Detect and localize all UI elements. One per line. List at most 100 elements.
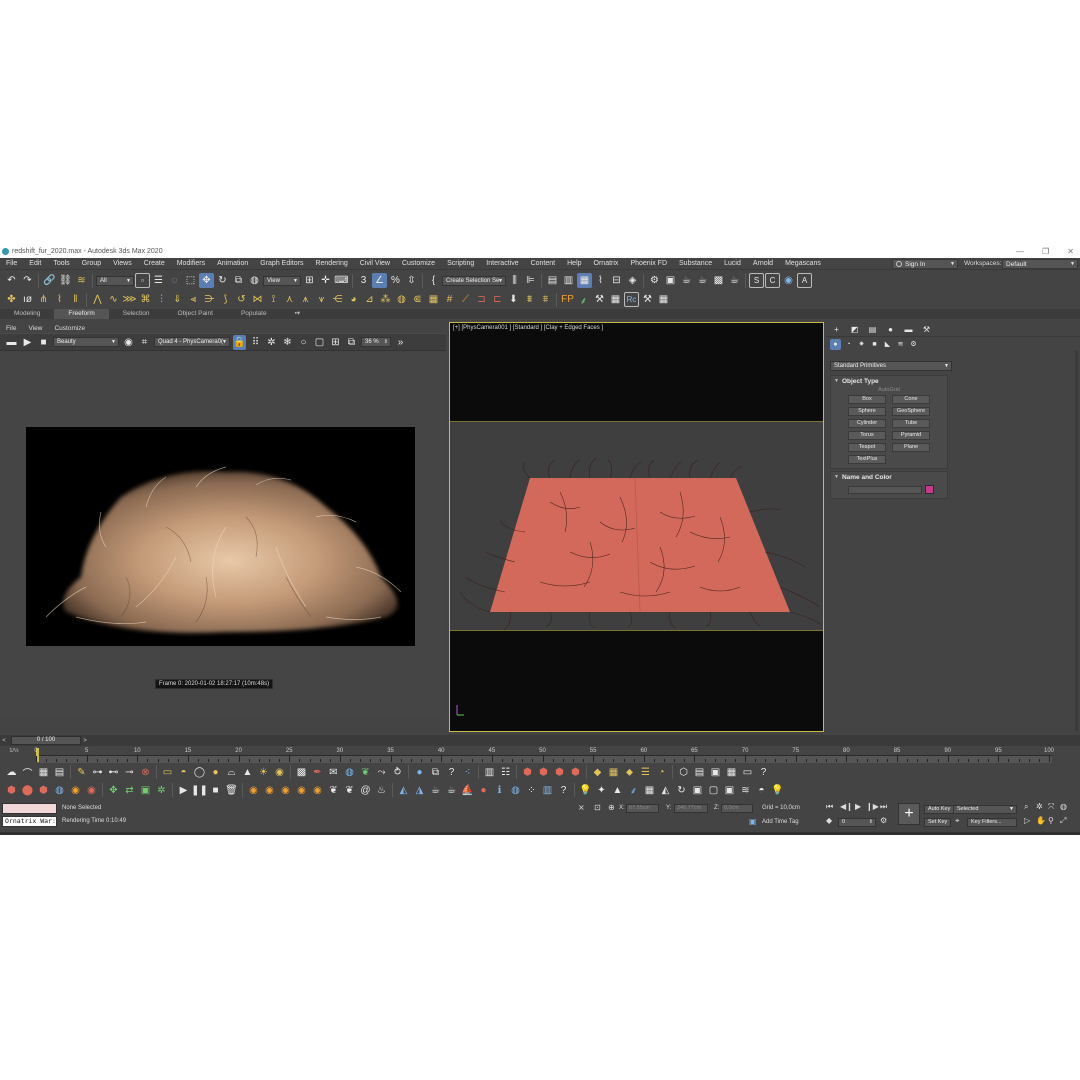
key-mode-icon[interactable]: ◆	[826, 816, 832, 825]
menu-rendering[interactable]: Rendering	[309, 260, 353, 267]
render-grid-icon[interactable]: ⠿	[249, 335, 262, 350]
help-question-icon[interactable]: ?	[556, 783, 571, 798]
phoenix-stop-icon[interactable]: ■	[208, 783, 223, 798]
ornatrix-leaf-icon[interactable]: ❦	[358, 765, 373, 780]
substance-s-icon[interactable]: S	[749, 273, 764, 288]
phoenix-star-icon[interactable]: ✲	[154, 783, 169, 798]
mirror-icon[interactable]: ⫼	[507, 273, 522, 288]
display-tab-icon[interactable]: ▬	[903, 324, 914, 335]
menu-content[interactable]: Content	[525, 260, 562, 267]
ornatrix-bundle-icon[interactable]: ‖	[68, 292, 83, 307]
next-frame-icon[interactable]: ❙▶	[866, 802, 879, 811]
ornatrix-globe-icon[interactable]: ◍	[342, 765, 357, 780]
autogrid-checkbox[interactable]: AutoGrid	[831, 387, 947, 393]
phoenix-play-icon[interactable]: ▶	[176, 783, 191, 798]
tab-object-paint[interactable]: Object Paint	[164, 309, 227, 319]
zoom-all-icon[interactable]: ✲	[1036, 802, 1043, 811]
menu-views[interactable]: Views	[107, 260, 138, 267]
place-icon[interactable]: ◍	[247, 273, 262, 288]
camera-viewport[interactable]: [+] [PhysCamera001 ] [Standard ] [Clay +…	[449, 322, 824, 732]
render-in-cloud-icon[interactable]: ▩	[711, 273, 726, 288]
menu-group[interactable]: Group	[76, 260, 107, 267]
phoenix-swirl-icon[interactable]: @	[358, 783, 373, 798]
tube-button[interactable]: Tube	[892, 419, 930, 428]
goto-end-icon[interactable]: ⏭	[880, 802, 887, 812]
phoenix-move-icon[interactable]: ✥	[106, 783, 121, 798]
ornatrix-tool-b-icon[interactable]: ⊷	[106, 765, 121, 780]
select-by-name-icon[interactable]: ☰	[151, 273, 166, 288]
hierarchy-tab-icon[interactable]: ▤	[867, 324, 878, 335]
motion-tab-icon[interactable]: ●	[885, 324, 896, 335]
key-filter-icon[interactable]: ⌖	[955, 816, 960, 826]
ornatrix-twist-icon[interactable]: ⥁	[390, 765, 405, 780]
z-coordinate-field[interactable]: 0,0cm	[721, 804, 753, 813]
command-panel-scrollbar[interactable]	[1075, 351, 1078, 731]
undo-icon[interactable]: ↶	[4, 273, 19, 288]
link-icon[interactable]: 🔗	[42, 273, 57, 288]
layer-explorer-icon[interactable]: ▥	[561, 273, 576, 288]
ornatrix-list-icon[interactable]: ☷	[498, 765, 513, 780]
expand-icon[interactable]: »	[394, 335, 407, 350]
phoenix-leaf-a-icon[interactable]: ❦	[326, 783, 341, 798]
helpers-icon[interactable]: ◣	[882, 339, 893, 350]
ornatrix-length-icon[interactable]: ⫶	[154, 292, 169, 307]
ornatrix-red-cube-b-icon[interactable]: ⬢	[536, 765, 551, 780]
ornatrix-layers-icon[interactable]: ⧉	[428, 765, 443, 780]
auto-key-button[interactable]: Auto Key	[924, 805, 955, 814]
render-iterative-icon[interactable]: ☕	[695, 273, 710, 288]
render-view-select[interactable]: Quad 4 - PhysCamera0( ▼	[154, 337, 230, 347]
ornatrix-clump-icon[interactable]: ⋀	[90, 292, 105, 307]
phoenix-boat-icon[interactable]: ⛵	[460, 783, 475, 798]
ornatrix-multiplier-icon[interactable]: ⩛	[314, 292, 329, 307]
ornatrix-grid-icon[interactable]: ▦	[36, 765, 51, 780]
phoenix-leaf-b-icon[interactable]: ❦	[342, 783, 357, 798]
save-image-icon[interactable]: ▬	[5, 335, 18, 350]
bind-space-warp-icon[interactable]: ≋	[74, 273, 89, 288]
phoenix-pause-icon[interactable]: ❚❚	[191, 783, 208, 798]
region-icon[interactable]: ▢	[313, 335, 326, 350]
render-production-icon[interactable]: ☕	[679, 273, 694, 288]
circle-icon[interactable]: ○	[297, 335, 310, 350]
redo-icon[interactable]: ↷	[20, 273, 35, 288]
ornatrix-import-icon[interactable]: ⊏	[490, 292, 505, 307]
ornatrix-frame-icon[interactable]: ▣	[708, 765, 723, 780]
tab-modeling[interactable]: Modeling	[0, 309, 54, 319]
render-icon[interactable]: ▣	[690, 783, 705, 798]
geosphere-button[interactable]: GeoSphere	[892, 407, 930, 416]
lights-icon[interactable]: ✷	[856, 339, 867, 350]
ornatrix-red-cube-d-icon[interactable]: ⬢	[568, 765, 583, 780]
edit-named-selection-icon[interactable]: {	[426, 273, 441, 288]
phoenix-foliage-icon[interactable]: ⸙	[576, 292, 591, 307]
zoom-select[interactable]: 36 % ⇕	[361, 337, 391, 347]
rf-menu-file[interactable]: File	[0, 325, 22, 332]
rendered-frame-window-icon[interactable]: ▣	[663, 273, 678, 288]
menu-create[interactable]: Create	[138, 260, 171, 267]
play-icon[interactable]: ▶	[855, 802, 861, 811]
create-tab-icon[interactable]: +	[831, 324, 842, 335]
align-icon[interactable]: ⊫	[523, 273, 538, 288]
ornatrix-hair-from-guides-icon[interactable]: ⋔	[36, 292, 51, 307]
substance-c-icon[interactable]: C	[765, 273, 780, 288]
ornatrix-diamond-icon[interactable]: ◆	[590, 765, 605, 780]
absolute-mode-icon[interactable]: ⊕	[608, 803, 615, 812]
pivot-center-icon[interactable]: ⊞	[302, 273, 317, 288]
refresh-icon[interactable]: ↻	[674, 783, 689, 798]
material-editor-icon[interactable]: ◈	[625, 273, 640, 288]
menu-scripting[interactable]: Scripting	[441, 260, 480, 267]
rf-menu-customize[interactable]: Customize	[48, 325, 91, 332]
ornatrix-dome-icon[interactable]: ◓	[176, 765, 191, 780]
selection-filter-select[interactable]: All ▼	[96, 275, 134, 286]
ornatrix-burger-icon[interactable]: ☰	[638, 765, 653, 780]
phoenix-wrench-icon[interactable]: ⚒	[640, 292, 655, 307]
viewport-label[interactable]: [+] [PhysCamera001 ] [Standard ] [Clay +…	[453, 325, 603, 331]
ornatrix-pie-icon[interactable]: ◔	[654, 765, 669, 780]
sun-icon[interactable]: ✲	[265, 335, 278, 350]
ornatrix-cache-icon[interactable]: ◕	[346, 292, 361, 307]
render-setup-icon[interactable]: ⚙	[647, 273, 662, 288]
ornatrix-red-cube-c-icon[interactable]: ⬢	[552, 765, 567, 780]
ornatrix-sun-icon[interactable]: ☀	[256, 765, 271, 780]
menu-customize[interactable]: Customize	[396, 260, 441, 267]
ornatrix-ground-icon[interactable]: ▦	[426, 292, 441, 307]
light-grid-icon[interactable]: ▦	[642, 783, 657, 798]
select-manipulate-icon[interactable]: ✛	[318, 273, 333, 288]
